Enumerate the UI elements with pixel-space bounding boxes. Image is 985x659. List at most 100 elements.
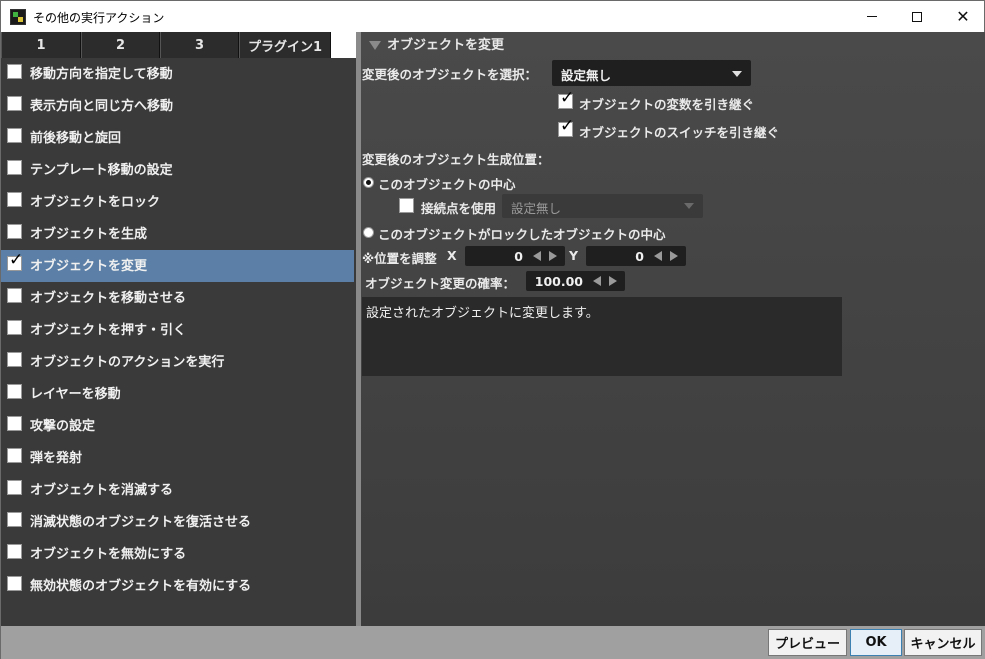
action-label: オブジェクトを移動させる	[30, 291, 187, 306]
connection-point-dropdown: 設定無し	[502, 194, 703, 218]
description-text: 設定されたオブジェクトに変更します。	[366, 306, 599, 321]
action-label: オブジェクトのアクションを実行	[30, 355, 225, 370]
action-checkbox[interactable]	[7, 480, 22, 495]
x-label: X	[447, 248, 457, 263]
locked-object-radio[interactable]	[363, 227, 374, 238]
action-label: 弾を発射	[30, 451, 83, 466]
increment-arrow-icon[interactable]	[609, 276, 617, 286]
action-label: 無効状態のオブジェクトを有効にする	[30, 579, 252, 594]
action-checkbox[interactable]	[7, 416, 22, 431]
tab-strip: 1 2 3 プラグイン1	[1, 32, 358, 58]
action-checkbox[interactable]	[7, 320, 22, 335]
action-checkbox[interactable]	[7, 576, 22, 591]
decrement-arrow-icon[interactable]	[654, 251, 662, 261]
action-checkbox[interactable]	[7, 512, 22, 527]
action-checkbox[interactable]	[7, 448, 22, 463]
action-checkbox[interactable]	[7, 352, 22, 367]
action-label: 表示方向と同じ方へ移動	[30, 99, 174, 114]
action-checkbox[interactable]: ✓	[7, 252, 23, 271]
ok-button[interactable]: OK	[850, 629, 902, 656]
use-connection-checkbox[interactable]	[399, 198, 414, 213]
inherit-variables-label: オブジェクトの変数を引き継ぐ	[579, 97, 755, 112]
y-label: Y	[569, 248, 579, 263]
checkmark-icon: ✓	[560, 116, 575, 136]
tab-2[interactable]: 2	[81, 32, 160, 58]
probability-label: オブジェクト変更の確率：	[365, 276, 516, 291]
probability-value: 100.00	[534, 274, 583, 289]
action-list-item[interactable]: オブジェクトを消滅する	[1, 474, 354, 506]
action-label: オブジェクトを押す・引く	[30, 323, 187, 338]
action-list-item[interactable]: オブジェクトを無効にする	[1, 538, 354, 570]
action-label: 移動方向を指定して移動	[30, 67, 173, 82]
tab-1[interactable]: 1	[1, 32, 81, 58]
action-list-item[interactable]: レイヤーを移動	[1, 378, 354, 410]
action-label: 攻撃の設定	[30, 419, 96, 434]
action-label: オブジェクトを消滅する	[30, 483, 174, 498]
probability-spinner[interactable]: 100.00	[526, 271, 625, 291]
action-list-item[interactable]: ✓ オブジェクトを変更	[1, 250, 354, 282]
decrement-arrow-icon[interactable]	[533, 251, 541, 261]
action-list-item[interactable]: 無効状態のオブジェクトを有効にする	[1, 570, 354, 602]
preview-button[interactable]: プレビュー	[768, 629, 847, 656]
increment-arrow-icon[interactable]	[670, 251, 678, 261]
action-list-item[interactable]: 表示方向と同じ方へ移動	[1, 90, 354, 122]
action-checkbox[interactable]	[7, 192, 22, 207]
adjust-position-label: ※位置を調整	[362, 251, 437, 266]
center-radio[interactable]	[363, 177, 374, 188]
action-list-item[interactable]: オブジェクトを生成	[1, 218, 354, 250]
action-checkbox[interactable]	[7, 224, 22, 239]
tab-3[interactable]: 3	[160, 32, 239, 58]
action-list-item[interactable]: 移動方向を指定して移動	[1, 58, 354, 90]
action-checkbox[interactable]	[7, 128, 22, 143]
action-checkbox[interactable]	[7, 544, 22, 559]
section-title: オブジェクトを変更	[387, 38, 505, 53]
action-list-item[interactable]: 弾を発射	[1, 442, 354, 474]
action-label: 前後移動と旋回	[30, 131, 122, 146]
connection-point-value: 設定無し	[511, 201, 562, 216]
action-label: オブジェクトを変更	[30, 259, 148, 274]
decrement-arrow-icon[interactable]	[593, 276, 601, 286]
action-label: オブジェクトを生成	[30, 227, 148, 242]
action-list-item[interactable]: オブジェクトを押す・引く	[1, 314, 354, 346]
section-header[interactable]: オブジェクトを変更	[369, 34, 504, 53]
minimize-button[interactable]	[849, 1, 895, 32]
action-list-item[interactable]: 前後移動と旋回	[1, 122, 354, 154]
action-list-item[interactable]: オブジェクトのアクションを実行	[1, 346, 354, 378]
dialog-client: 1 2 3 プラグイン1 移動方向を指定して移動 表示方向と同じ方へ移動 前後移動と…	[0, 32, 985, 659]
action-label: テンプレート移動の設定	[30, 163, 173, 178]
action-list-item[interactable]: 攻撃の設定	[1, 410, 354, 442]
action-list-item[interactable]: オブジェクトをロック	[1, 186, 354, 218]
action-detail-panel: オブジェクトを変更 変更後のオブジェクトを選択： 設定無し ✓ オブジェクトの変…	[361, 32, 985, 626]
dropdown-arrow-icon	[732, 71, 742, 77]
center-radio-label: このオブジェクトの中心	[378, 177, 516, 192]
action-list-item[interactable]: 消滅状態のオブジェクトを復活させる	[1, 506, 354, 538]
action-checkbox[interactable]	[7, 160, 22, 175]
select-object-label: 変更後のオブジェクトを選択：	[362, 67, 538, 82]
tab-plugin1[interactable]: プラグイン1	[239, 32, 331, 58]
close-button[interactable]: ✕	[940, 1, 985, 32]
action-label: オブジェクトを無効にする	[30, 547, 187, 562]
checkmark-icon: ✓	[9, 250, 24, 270]
y-offset-spinner[interactable]: 0	[586, 246, 686, 266]
action-list-item[interactable]: テンプレート移動の設定	[1, 154, 354, 186]
x-offset-spinner[interactable]: 0	[465, 246, 565, 266]
action-checkbox[interactable]	[7, 96, 22, 111]
spawn-position-label: 変更後のオブジェクト生成位置：	[362, 152, 550, 167]
inherit-switches-checkbox[interactable]: ✓	[558, 118, 574, 137]
action-checkbox[interactable]	[7, 288, 22, 303]
maximize-button[interactable]	[894, 1, 940, 32]
increment-arrow-icon[interactable]	[549, 251, 557, 261]
checkmark-icon: ✓	[560, 88, 575, 108]
inherit-variables-checkbox[interactable]: ✓	[558, 90, 574, 109]
action-checkbox[interactable]	[7, 384, 22, 399]
action-list-item[interactable]: オブジェクトを移動させる	[1, 282, 354, 314]
x-offset-value: 0	[514, 249, 523, 264]
use-connection-label: 接続点を使用	[421, 201, 497, 216]
action-checkbox[interactable]	[7, 64, 22, 79]
game-editor-icon	[10, 9, 26, 25]
button-bar: プレビュー OK キャンセル	[1, 626, 985, 659]
dropdown-arrow-icon	[684, 203, 694, 209]
action-label: レイヤーを移動	[30, 387, 121, 402]
cancel-button[interactable]: キャンセル	[904, 629, 982, 656]
target-object-dropdown[interactable]: 設定無し	[552, 60, 751, 86]
